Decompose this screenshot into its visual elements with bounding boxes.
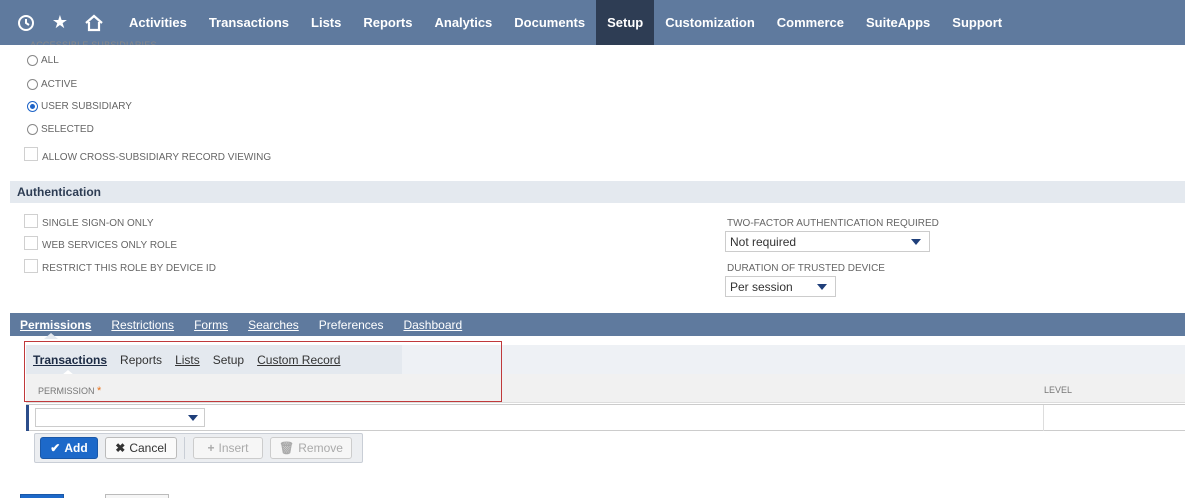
checkbox-restrict-device[interactable]: RESTRICT THIS ROLE BY DEVICE ID — [24, 257, 216, 274]
row-marker — [26, 405, 29, 431]
insert-button[interactable]: + Insert — [193, 437, 263, 459]
permission-header-text: PERMISSION — [38, 386, 95, 396]
required-mark: * — [97, 385, 102, 397]
radio-all-circle[interactable] — [27, 55, 38, 66]
add-button[interactable]: ✔ Add — [40, 437, 98, 459]
top-navigation: ★ Activities Transactions Lists Reports … — [0, 0, 1185, 45]
permission-column-header[interactable]: PERMISSION * — [38, 385, 101, 397]
radio-user-subsidiary-label: USER SUBSIDIARY — [41, 101, 132, 112]
permission-edit-row — [26, 404, 1185, 431]
tab-preferences[interactable]: Preferences — [309, 313, 394, 336]
trusted-device-label: DURATION OF TRUSTED DEVICE — [727, 263, 885, 274]
cancel-button[interactable]: ✖ Cancel — [105, 437, 177, 459]
radio-active[interactable]: ACTIVE — [27, 79, 77, 90]
tab-forms[interactable]: Forms — [184, 313, 238, 336]
radio-active-circle[interactable] — [27, 79, 38, 90]
menu-suiteapps[interactable]: SuiteApps — [855, 0, 941, 45]
remove-button[interactable]: 🗑 Remove — [270, 437, 352, 459]
radio-active-label: ACTIVE — [41, 79, 78, 90]
grid-header: PERMISSION * LEVEL — [26, 374, 1185, 403]
tab-searches-label: Searches — [248, 318, 299, 332]
checkbox-sso-only[interactable]: SINGLE SIGN-ON ONLY — [24, 212, 154, 229]
chevron-down-icon — [911, 239, 921, 245]
menu-support[interactable]: Support — [941, 0, 1013, 45]
menu-commerce[interactable]: Commerce — [766, 0, 855, 45]
insert-button-label: Insert — [218, 441, 249, 455]
menu-setup[interactable]: Setup — [596, 0, 655, 45]
checkbox-cross-subsidiary-label: ALLOW CROSS-SUBSIDIARY RECORD VIEWING — [42, 152, 272, 163]
add-button-label: Add — [64, 441, 88, 455]
checkbox-restrict-device-label: RESTRICT THIS ROLE BY DEVICE ID — [42, 263, 216, 274]
subtab-reports[interactable]: Reports — [120, 353, 162, 367]
menu-analytics[interactable]: Analytics — [423, 0, 503, 45]
tab-preferences-label: Preferences — [318, 318, 384, 332]
subtab-transactions[interactable]: Transactions — [33, 353, 107, 367]
authentication-section-header[interactable]: Authentication — [10, 181, 1185, 203]
checkbox-web-services-only[interactable]: WEB SERVICES ONLY ROLE — [24, 234, 177, 251]
radio-selected[interactable]: SELECTED — [27, 124, 94, 135]
checkbox-web-services-only-box[interactable] — [24, 235, 38, 250]
radio-selected-label: SELECTED — [41, 124, 94, 135]
radio-user-subsidiary[interactable]: USER SUBSIDIARY — [27, 101, 132, 112]
tab-restrictions-label: Restrictions — [111, 318, 175, 332]
checkbox-cross-subsidiary[interactable]: ALLOW CROSS-SUBSIDIARY RECORD VIEWING — [24, 144, 271, 163]
tab-searches[interactable]: Searches — [238, 313, 309, 336]
checkbox-sso-only-box[interactable] — [24, 213, 38, 228]
checkbox-web-services-only-label: WEB SERVICES ONLY ROLE — [42, 240, 178, 251]
close-icon: ✖ — [115, 441, 126, 455]
checkbox-sso-only-label: SINGLE SIGN-ON ONLY — [42, 218, 154, 229]
two-factor-label: TWO-FACTOR AUTHENTICATION REQUIRED — [727, 218, 939, 229]
chevron-down-icon — [817, 284, 827, 290]
cancel-button-fragment[interactable] — [105, 494, 169, 498]
subsidiaries-label: ACCESSIBLE SUBSIDIARIES — [30, 40, 157, 45]
trusted-device-select[interactable]: Per session — [725, 276, 836, 297]
radio-selected-circle[interactable] — [27, 124, 38, 135]
tab-restrictions[interactable]: Restrictions — [101, 313, 184, 336]
tab-dashboard-label: Dashboard — [403, 318, 463, 332]
main-menu: Activities Transactions Lists Reports An… — [118, 0, 1013, 45]
check-icon: ✔ — [50, 441, 61, 455]
button-separator — [184, 437, 185, 459]
radio-all-label: ALL — [41, 55, 59, 66]
radio-all[interactable]: ALL — [27, 55, 59, 66]
remove-button-label: Remove — [298, 441, 343, 455]
menu-lists[interactable]: Lists — [300, 0, 352, 45]
two-factor-value: Not required — [730, 234, 797, 249]
trash-icon: 🗑 — [279, 441, 295, 455]
level-column-header[interactable]: LEVEL — [1044, 385, 1072, 395]
column-divider — [1043, 405, 1044, 431]
menu-reports[interactable]: Reports — [352, 0, 423, 45]
menu-transactions[interactable]: Transactions — [198, 0, 300, 45]
active-tab-pointer — [44, 333, 58, 339]
save-button-fragment[interactable] — [20, 494, 64, 498]
cancel-button-label: Cancel — [129, 441, 167, 455]
subtab-custom-record[interactable]: Custom Record — [257, 353, 340, 367]
tab-dashboard[interactable]: Dashboard — [393, 313, 472, 336]
permission-select[interactable] — [35, 408, 205, 427]
plus-icon: + — [207, 441, 215, 455]
tab-permissions-label: Permissions — [20, 318, 92, 332]
menu-customization[interactable]: Customization — [654, 0, 766, 45]
checkbox-cross-subsidiary-box[interactable] — [24, 146, 38, 161]
trusted-device-value: Per session — [730, 279, 793, 294]
subtab-setup[interactable]: Setup — [213, 353, 244, 367]
menu-documents[interactable]: Documents — [503, 0, 596, 45]
permission-subtabs: Transactions Reports Lists Setup Custom … — [26, 345, 402, 374]
tab-forms-label: Forms — [194, 318, 229, 332]
chevron-down-icon — [188, 415, 198, 421]
checkbox-restrict-device-box[interactable] — [24, 258, 38, 273]
two-factor-select[interactable]: Not required — [725, 231, 930, 252]
record-tabs: Permissions Restrictions Forms Searches … — [10, 313, 1185, 336]
radio-user-subsidiary-circle[interactable] — [27, 101, 38, 112]
subtab-lists[interactable]: Lists — [175, 353, 200, 367]
